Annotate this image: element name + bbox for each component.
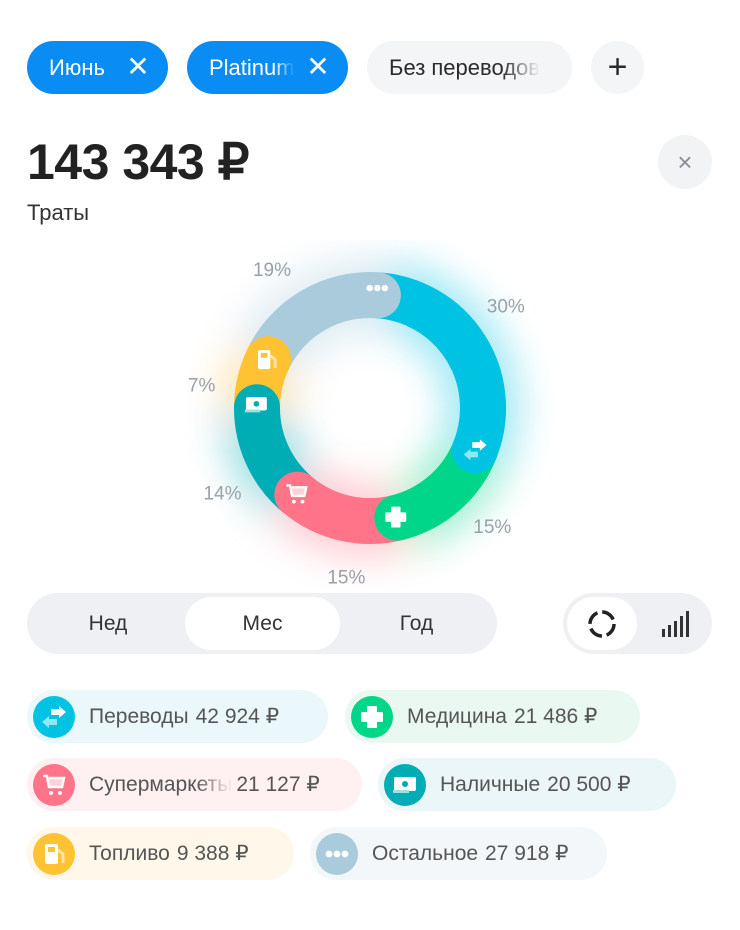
total-amount: 143 343 ₽ [27, 134, 249, 190]
donut-view-button[interactable] [567, 597, 637, 650]
filter-chip-month[interactable]: Июнь ✕ [27, 41, 168, 94]
filter-chip-card[interactable]: Platinum ✕ [187, 41, 348, 94]
category-name: Супермаркеты [89, 772, 233, 796]
period-year[interactable]: Год [340, 597, 493, 650]
more-dots-icon [316, 832, 358, 875]
cash-icon [245, 397, 267, 413]
remove-filter-icon[interactable]: ✕ [304, 53, 332, 81]
percent-label: 7% [188, 375, 216, 396]
category-name: Наличные [440, 772, 541, 796]
period-month[interactable]: Мес [185, 597, 340, 650]
segment-cap [354, 272, 401, 319]
category-amount: 27 918 ₽ [485, 842, 569, 865]
category-amount: 21 127 ₽ [236, 773, 320, 796]
category-pill-3[interactable]: Наличные 20 500 ₽ [378, 758, 676, 811]
total-label: Траты [27, 200, 90, 225]
medical-cross-icon [351, 695, 393, 738]
close-icon: × [677, 147, 693, 177]
period-week[interactable]: Нед [31, 597, 185, 650]
close-button[interactable]: × [658, 135, 712, 189]
donut-segment-0[interactable] [375, 272, 506, 459]
add-filter-button[interactable]: + [591, 41, 644, 94]
category-name: Переводы [89, 704, 189, 728]
filter-chip-label: Без переводов [389, 54, 540, 80]
remove-filter-icon[interactable]: ✕ [124, 53, 152, 81]
donut-icon [588, 609, 616, 638]
category-pill-5[interactable]: Остальное 27 918 ₽ [310, 827, 607, 880]
donut-chart: 30% 15% 15% 14% 7% 19% [188, 257, 525, 588]
percent-label: 30% [487, 297, 525, 318]
percent-label: 15% [473, 517, 511, 538]
filter-chip-label: Июнь [49, 54, 105, 80]
cart-icon [33, 763, 75, 806]
segment-cap [451, 427, 498, 474]
category-name: Топливо [89, 841, 170, 865]
more-dots-icon [366, 284, 389, 292]
chart-view-toggle [563, 593, 712, 654]
category-name: Остальное [372, 841, 479, 865]
bar-chart-icon [662, 610, 689, 637]
category-pill-1[interactable]: Медицина 21 486 ₽ [345, 690, 640, 743]
category-amount: 9 388 ₽ [176, 842, 249, 865]
percent-label: 19% [253, 260, 291, 281]
category-amount: 21 486 ₽ [513, 705, 598, 728]
category-amount: 20 500 ₽ [547, 773, 631, 796]
transfer-icon [33, 695, 75, 738]
category-pill-4[interactable]: Топливо 9 388 ₽ [27, 827, 294, 880]
filter-chip-label: Platinum [209, 54, 295, 80]
fuel-icon [33, 832, 75, 875]
bar-view-button[interactable] [651, 597, 701, 650]
plus-icon: + [607, 48, 628, 86]
period-selector: Нед Мес Год [27, 593, 497, 654]
cash-icon [384, 763, 426, 806]
category-amount: 42 924 ₽ [195, 705, 280, 728]
category-pill-2[interactable]: Супермаркеты 21 127 ₽ [27, 758, 362, 811]
category-name: Медицина [407, 704, 507, 728]
percent-label: 14% [203, 483, 241, 504]
filter-chip-no-transfers[interactable]: Без переводов [367, 41, 572, 94]
percent-label: 15% [327, 567, 365, 588]
category-pill-0[interactable]: Переводы 42 924 ₽ [27, 690, 328, 743]
